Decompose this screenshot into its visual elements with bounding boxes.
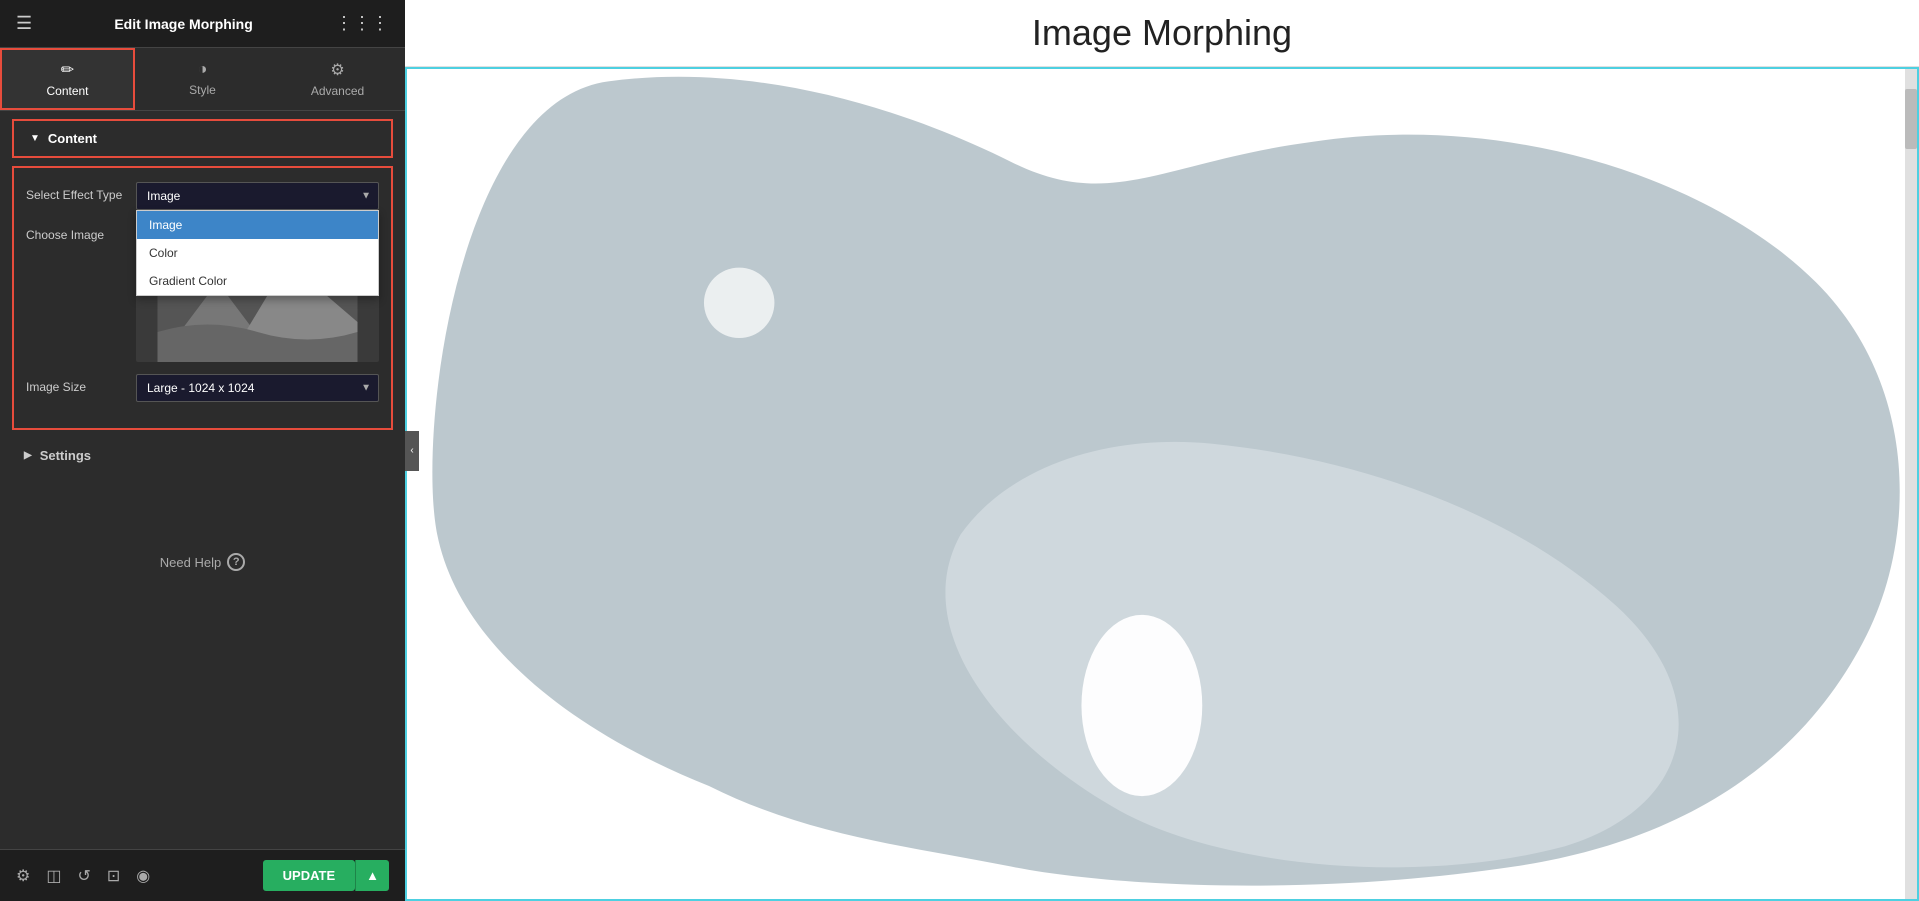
update-group: UPDATE ▲: [263, 860, 389, 891]
panel-header: ☰ Edit Image Morphing ⋮⋮⋮: [0, 0, 405, 48]
effect-type-select-wrapper: Image Color Gradient Color ▼ Image Color…: [136, 182, 379, 210]
tab-advanced[interactable]: ⚙ Advanced: [270, 48, 405, 110]
update-arrow-button[interactable]: ▲: [355, 860, 389, 891]
effect-type-row: Select Effect Type Image Color Gradient …: [26, 182, 379, 210]
settings-section: ▶ Settings: [24, 438, 381, 473]
layers-toolbar-icon[interactable]: ◫: [46, 866, 61, 886]
tab-content[interactable]: ✏ Content: [0, 48, 135, 110]
left-panel: ☰ Edit Image Morphing ⋮⋮⋮ ✏ Content ◑ St…: [0, 0, 405, 901]
need-help-section: Need Help ?: [12, 533, 393, 591]
image-size-select-wrapper: Large - 1024 x 1024 ▼: [136, 374, 379, 402]
style-tab-label: Style: [189, 83, 216, 97]
image-size-select[interactable]: Large - 1024 x 1024: [136, 374, 379, 402]
morph-svg: [407, 69, 1917, 899]
panel-content: Select Effect Type Image Color Gradient …: [0, 158, 405, 849]
dropdown-item-gradient[interactable]: Gradient Color: [137, 267, 378, 295]
image-size-label: Image Size: [26, 374, 136, 394]
help-icon[interactable]: ?: [227, 553, 245, 571]
settings-arrow-icon: ▶: [24, 450, 32, 461]
image-size-row: Image Size Large - 1024 x 1024 ▼: [26, 374, 379, 402]
image-size-control: Large - 1024 x 1024 ▼: [136, 374, 379, 402]
dropdown-item-image[interactable]: Image: [137, 211, 378, 239]
canvas-area: [405, 67, 1919, 901]
content-section-label: Content: [48, 131, 97, 146]
grid-icon[interactable]: ⋮⋮⋮: [335, 13, 389, 34]
preview-toolbar-icon[interactable]: ◉: [136, 866, 150, 886]
responsive-toolbar-icon[interactable]: ⊡: [107, 866, 120, 886]
need-help-text: Need Help: [160, 555, 221, 570]
content-tab-icon: ✏: [61, 60, 74, 80]
choose-image-label: Choose Image: [26, 222, 136, 242]
panel-title: Edit Image Morphing: [114, 16, 252, 32]
effect-type-label: Select Effect Type: [26, 182, 136, 202]
content-section-header[interactable]: ▼ Content: [12, 119, 393, 158]
collapse-button[interactable]: ‹: [405, 431, 419, 471]
history-toolbar-icon[interactable]: ↺: [77, 866, 90, 886]
advanced-tab-label: Advanced: [311, 84, 364, 98]
bottom-toolbar: ⚙ ◫ ↺ ⊡ ◉ UPDATE ▲: [0, 849, 405, 901]
settings-header[interactable]: ▶ Settings: [24, 438, 381, 473]
page-title-bar: Image Morphing: [405, 0, 1919, 67]
content-block: Select Effect Type Image Color Gradient …: [12, 166, 393, 430]
tab-style[interactable]: ◑ Style: [135, 48, 270, 110]
effect-type-dropdown: Image Color Gradient Color: [136, 210, 379, 296]
page-title: Image Morphing: [425, 12, 1899, 54]
panel-tabs: ✏ Content ◑ Style ⚙ Advanced: [0, 48, 405, 111]
hamburger-icon[interactable]: ☰: [16, 13, 32, 34]
advanced-tab-icon: ⚙: [330, 60, 344, 80]
settings-label: Settings: [40, 448, 91, 463]
dropdown-item-color[interactable]: Color: [137, 239, 378, 267]
content-arrow-icon: ▼: [30, 133, 40, 144]
update-button[interactable]: UPDATE: [263, 860, 355, 891]
effect-type-control: Image Color Gradient Color ▼ Image Color…: [136, 182, 379, 210]
effect-type-select[interactable]: Image Color Gradient Color: [136, 182, 379, 210]
toolbar-icons: ⚙ ◫ ↺ ⊡ ◉: [16, 866, 150, 886]
right-scrollbar[interactable]: [1905, 69, 1917, 899]
scrollbar-thumb[interactable]: [1905, 89, 1917, 149]
settings-toolbar-icon[interactable]: ⚙: [16, 866, 30, 886]
right-panel: Image Morphing: [405, 0, 1919, 901]
content-tab-label: Content: [46, 84, 88, 98]
style-tab-icon: ◑: [198, 61, 208, 79]
